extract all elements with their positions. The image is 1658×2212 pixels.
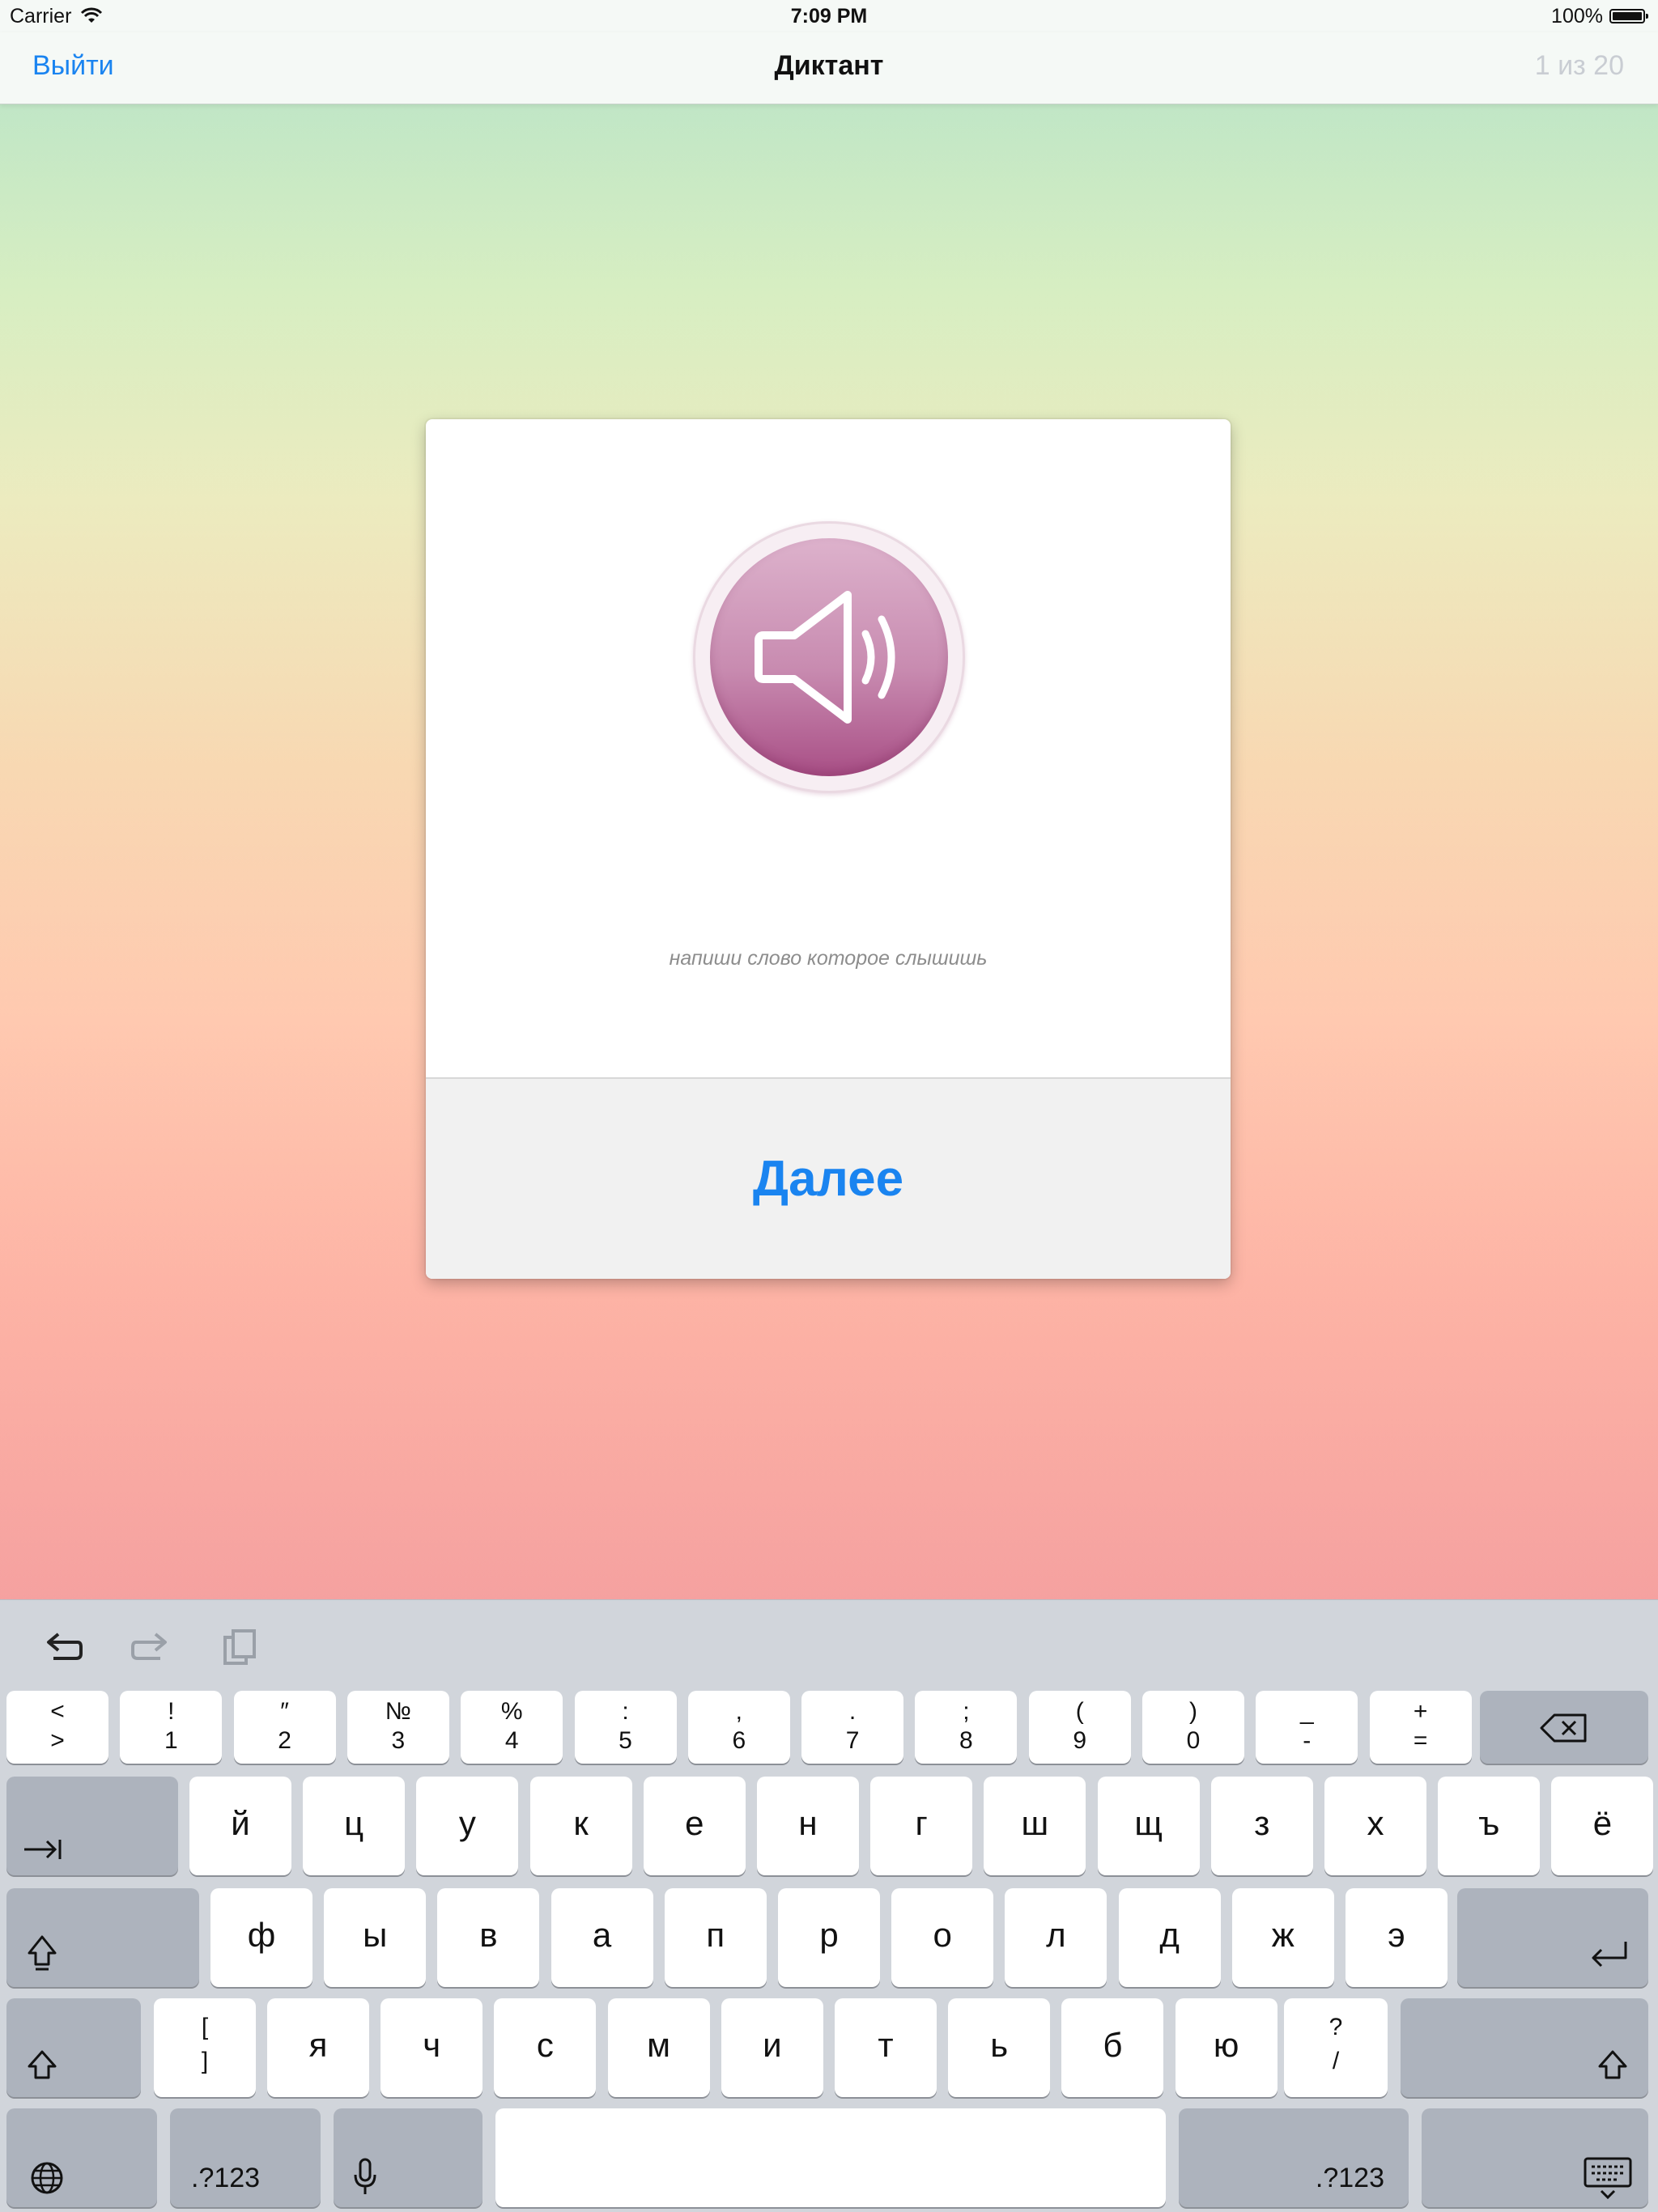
key-number-5[interactable]: :5 bbox=[574, 1691, 677, 1764]
card-footer: Далее bbox=[426, 1077, 1231, 1279]
keyboard: [ ] ? / .?123 .?123 < > ! 1 ″ 2 № 3 % 4 … bbox=[0, 1599, 1658, 2212]
key-letter[interactable]: ь bbox=[948, 1998, 1051, 2097]
globe-key[interactable] bbox=[6, 2108, 157, 2207]
key-number-1[interactable]: ! 1 bbox=[120, 1691, 223, 1764]
key-letter[interactable]: й bbox=[189, 1777, 291, 1875]
dictation-key[interactable] bbox=[334, 2108, 483, 2207]
key-letter[interactable]: к bbox=[529, 1777, 632, 1875]
key-letter[interactable]: у bbox=[416, 1777, 519, 1875]
caps-lock-icon bbox=[28, 1935, 57, 1971]
backspace-icon bbox=[1540, 1713, 1587, 1743]
key-letter[interactable]: в bbox=[437, 1888, 540, 1987]
status-bar: Carrier 7:09 PM 100% bbox=[0, 0, 1658, 32]
key-letter[interactable]: ё bbox=[1551, 1777, 1654, 1875]
key-number-11[interactable]: _ - bbox=[1256, 1691, 1358, 1764]
page-title: Диктант bbox=[774, 50, 884, 81]
key-letter[interactable]: а bbox=[551, 1888, 653, 1987]
numbers-key-left[interactable]: .?123 bbox=[170, 2108, 321, 2207]
key-letter[interactable]: б bbox=[1061, 1998, 1164, 2097]
paste-icon[interactable] bbox=[219, 1626, 261, 1668]
key-number-10[interactable]: ) 0 bbox=[1142, 1691, 1244, 1764]
key-letter[interactable]: р bbox=[778, 1888, 880, 1987]
caps-lock-key[interactable] bbox=[6, 1888, 199, 1987]
key-letter[interactable]: ш bbox=[984, 1777, 1086, 1875]
key-letter[interactable]: х bbox=[1324, 1777, 1426, 1875]
dictation-card: напиши слово которое слышишь Далее bbox=[426, 419, 1231, 1279]
tab-icon bbox=[24, 1840, 62, 1859]
key-letter[interactable]: п bbox=[664, 1888, 767, 1987]
play-sound-button[interactable] bbox=[693, 521, 965, 793]
keyboard-hide-icon bbox=[1584, 2157, 1632, 2200]
shift-icon bbox=[1598, 2050, 1627, 2079]
microphone-icon bbox=[354, 2158, 376, 2194]
next-button[interactable]: Далее bbox=[426, 1150, 1231, 1208]
key-question-slash[interactable]: ? / bbox=[1284, 1998, 1388, 2097]
key-number-4[interactable]: % 4 bbox=[461, 1691, 563, 1764]
key-letter[interactable]: з bbox=[1210, 1777, 1313, 1875]
key-letter[interactable]: о bbox=[891, 1888, 994, 1987]
key-letter[interactable]: э bbox=[1346, 1888, 1448, 1987]
key-number-7[interactable]: .7 bbox=[801, 1691, 904, 1764]
key-brackets[interactable]: [ ] bbox=[154, 1998, 256, 2097]
return-icon bbox=[1592, 1942, 1627, 1968]
hint-text: напиши слово которое слышишь bbox=[669, 947, 988, 970]
hide-keyboard-key[interactable] bbox=[1422, 2108, 1648, 2207]
key-number-12[interactable]: + = bbox=[1369, 1691, 1472, 1764]
status-time: 7:09 PM bbox=[790, 5, 868, 28]
redo-icon[interactable] bbox=[130, 1626, 172, 1668]
key-letter[interactable]: ы bbox=[324, 1888, 427, 1987]
key-number-8[interactable]: ; 8 bbox=[915, 1691, 1018, 1764]
battery-percent: 100% bbox=[1551, 5, 1603, 28]
key-letter[interactable]: г bbox=[870, 1777, 973, 1875]
navigation-bar: Выйти Диктант 1 из 20 bbox=[0, 32, 1658, 104]
globe-icon bbox=[31, 2162, 63, 2194]
undo-icon[interactable] bbox=[42, 1626, 84, 1668]
key-number-9[interactable]: (9 bbox=[1028, 1691, 1131, 1764]
key-number-0[interactable]: < > bbox=[6, 1691, 108, 1764]
key-letter[interactable]: щ bbox=[1097, 1777, 1200, 1875]
key-letter[interactable]: ф bbox=[210, 1888, 312, 1987]
battery-icon bbox=[1609, 9, 1648, 23]
numbers-key-right[interactable]: .?123 bbox=[1179, 2108, 1409, 2207]
key-letter[interactable]: и bbox=[721, 1998, 823, 2097]
shift-key-left[interactable] bbox=[6, 1998, 141, 2097]
key-number-6[interactable]: ,6 bbox=[687, 1691, 790, 1764]
key-letter[interactable]: т bbox=[835, 1998, 937, 2097]
key-letter[interactable]: с bbox=[494, 1998, 597, 2097]
tab-key[interactable] bbox=[6, 1777, 178, 1875]
key-letter[interactable]: ч bbox=[380, 1998, 483, 2097]
key-letter[interactable]: ц bbox=[303, 1777, 406, 1875]
delete-key[interactable] bbox=[1480, 1691, 1648, 1764]
key-letter[interactable]: м bbox=[607, 1998, 710, 2097]
key-letter[interactable]: е bbox=[643, 1777, 746, 1875]
key-letter[interactable]: л bbox=[1005, 1888, 1107, 1987]
speaker-icon bbox=[755, 591, 895, 724]
shift-key-right[interactable] bbox=[1401, 1998, 1648, 2097]
return-key[interactable] bbox=[1457, 1888, 1648, 1987]
key-letter[interactable]: ж bbox=[1231, 1888, 1334, 1987]
key-number-3[interactable]: № 3 bbox=[346, 1691, 449, 1764]
key-letter[interactable]: я bbox=[267, 1998, 369, 2097]
key-letter[interactable]: ъ bbox=[1438, 1777, 1541, 1875]
key-number-2[interactable]: ″ 2 bbox=[233, 1691, 336, 1764]
shift-icon bbox=[28, 2050, 57, 2079]
progress-counter: 1 из 20 bbox=[1534, 50, 1624, 81]
space-bar[interactable] bbox=[495, 2108, 1166, 2207]
key-letter[interactable]: ю bbox=[1175, 1998, 1278, 2097]
key-letter[interactable]: д bbox=[1118, 1888, 1221, 1987]
key-letter[interactable]: н bbox=[757, 1777, 859, 1875]
